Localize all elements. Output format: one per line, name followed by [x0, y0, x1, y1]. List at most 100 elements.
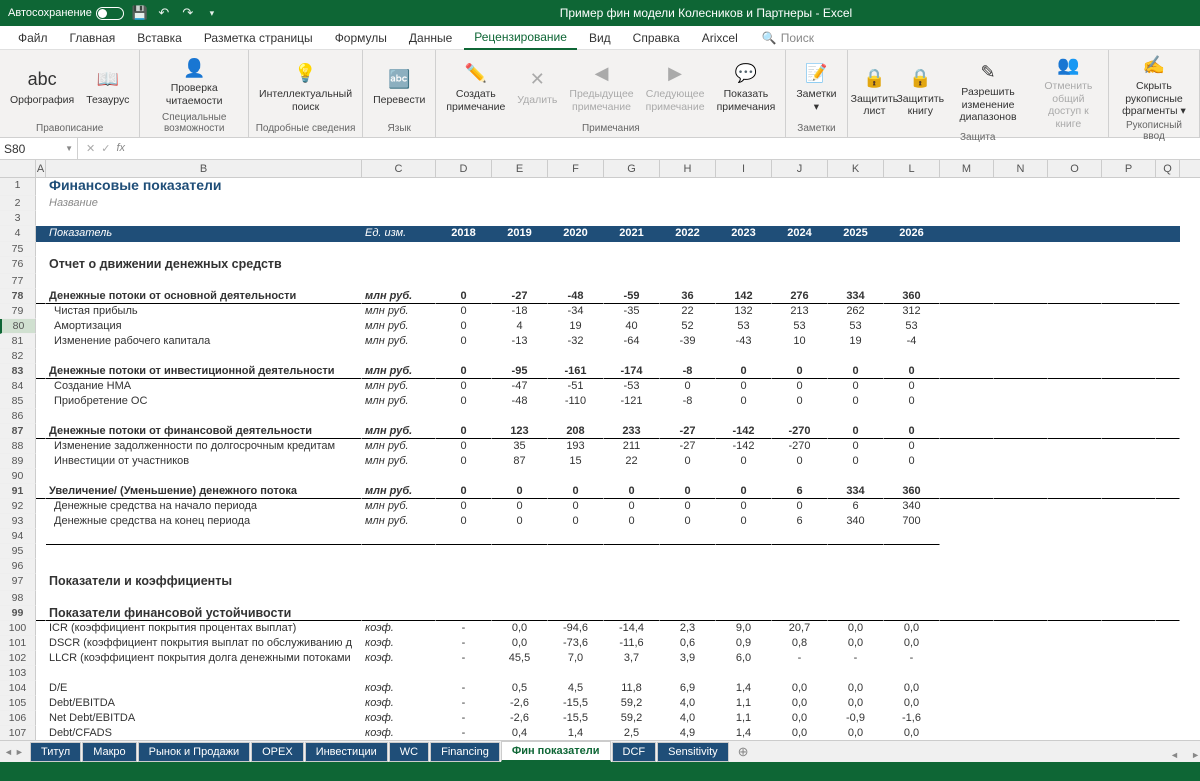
- cell[interactable]: 0: [548, 484, 604, 499]
- cell[interactable]: [828, 469, 884, 484]
- cell[interactable]: 0: [660, 514, 716, 529]
- cell[interactable]: 0: [884, 379, 940, 394]
- menu-файл[interactable]: Файл: [8, 27, 58, 49]
- cell[interactable]: [436, 196, 492, 211]
- cell[interactable]: [1048, 349, 1102, 364]
- cell[interactable]: 213: [772, 304, 828, 319]
- cell[interactable]: [492, 469, 548, 484]
- row-header[interactable]: 81: [0, 334, 36, 349]
- redo-icon[interactable]: ↷: [180, 5, 196, 21]
- cell[interactable]: 142: [716, 289, 772, 304]
- cell[interactable]: [994, 559, 1048, 574]
- cell[interactable]: [1102, 334, 1156, 349]
- cell[interactable]: [660, 544, 716, 559]
- cell[interactable]: [772, 274, 828, 289]
- sheet-tab[interactable]: Макро: [82, 742, 136, 762]
- cell[interactable]: 0: [604, 514, 660, 529]
- cell[interactable]: [716, 574, 772, 591]
- cell[interactable]: 2018: [436, 226, 492, 242]
- sheet-tab[interactable]: Инвестиции: [305, 742, 388, 762]
- cell[interactable]: [994, 591, 1048, 606]
- cell[interactable]: коэф.: [362, 681, 436, 696]
- cell[interactable]: [994, 636, 1048, 651]
- row-header[interactable]: 86: [0, 409, 36, 424]
- cell[interactable]: [36, 711, 46, 726]
- row-header[interactable]: 87: [0, 424, 36, 439]
- cell[interactable]: [716, 606, 772, 621]
- cell[interactable]: 340: [828, 514, 884, 529]
- cell[interactable]: [660, 591, 716, 606]
- cell[interactable]: 0: [548, 514, 604, 529]
- cell[interactable]: 0: [660, 454, 716, 469]
- cell[interactable]: [828, 559, 884, 574]
- cell[interactable]: [1102, 454, 1156, 469]
- cell[interactable]: 0: [716, 499, 772, 514]
- cell[interactable]: коэф.: [362, 621, 436, 636]
- cell[interactable]: [994, 304, 1048, 319]
- cell[interactable]: [548, 409, 604, 424]
- cell[interactable]: [1048, 289, 1102, 304]
- cell[interactable]: 1,4: [548, 726, 604, 740]
- cell[interactable]: -27: [660, 424, 716, 439]
- cell[interactable]: [1156, 424, 1180, 439]
- cell[interactable]: [1156, 711, 1180, 726]
- cell[interactable]: 6: [828, 499, 884, 514]
- cell[interactable]: [828, 606, 884, 621]
- cell[interactable]: [1156, 484, 1180, 499]
- cell[interactable]: [548, 469, 604, 484]
- cell[interactable]: [940, 484, 994, 499]
- row-header[interactable]: 105: [0, 696, 36, 711]
- cell[interactable]: [36, 289, 46, 304]
- cell[interactable]: Денежные средства на начало периода: [46, 499, 362, 514]
- cell[interactable]: млн руб.: [362, 439, 436, 454]
- cell[interactable]: [36, 242, 46, 257]
- cell[interactable]: [1156, 681, 1180, 696]
- cell[interactable]: -: [436, 651, 492, 666]
- fx-icon[interactable]: fx: [116, 142, 125, 155]
- cell[interactable]: [994, 499, 1048, 514]
- cell[interactable]: [660, 211, 716, 226]
- row-header[interactable]: 93: [0, 514, 36, 529]
- cell[interactable]: -: [436, 621, 492, 636]
- row-header[interactable]: 107: [0, 726, 36, 740]
- cell[interactable]: коэф.: [362, 711, 436, 726]
- cell[interactable]: [36, 274, 46, 289]
- cell[interactable]: [492, 559, 548, 574]
- cell[interactable]: [940, 559, 994, 574]
- ribbon-btn[interactable]: 🔒Защититьлист: [854, 65, 896, 120]
- cell[interactable]: [1156, 439, 1180, 454]
- cell[interactable]: 2,3: [660, 621, 716, 636]
- cell[interactable]: [1156, 394, 1180, 409]
- cell[interactable]: [548, 591, 604, 606]
- cell[interactable]: 0,0: [828, 696, 884, 711]
- cell[interactable]: [716, 469, 772, 484]
- cell[interactable]: [772, 242, 828, 257]
- cell[interactable]: [436, 211, 492, 226]
- sheet-tab[interactable]: DCF: [612, 742, 657, 762]
- cell[interactable]: [1156, 379, 1180, 394]
- cell[interactable]: 0: [884, 394, 940, 409]
- cell[interactable]: [1102, 364, 1156, 379]
- row-header[interactable]: 89: [0, 454, 36, 469]
- cell[interactable]: [36, 469, 46, 484]
- menu-вставка[interactable]: Вставка: [127, 27, 192, 49]
- cell[interactable]: -27: [492, 289, 548, 304]
- cell[interactable]: 0: [828, 439, 884, 454]
- cell[interactable]: [716, 544, 772, 559]
- cell[interactable]: [548, 242, 604, 257]
- cell[interactable]: [994, 424, 1048, 439]
- cell[interactable]: [36, 196, 46, 211]
- cell[interactable]: 0: [436, 319, 492, 334]
- cell[interactable]: [1048, 726, 1102, 740]
- cell[interactable]: [940, 257, 994, 274]
- cell[interactable]: [940, 242, 994, 257]
- cell[interactable]: Показатель: [46, 226, 362, 242]
- cell[interactable]: 0,0: [828, 726, 884, 740]
- cell[interactable]: [660, 666, 716, 681]
- cell[interactable]: 233: [604, 424, 660, 439]
- cell[interactable]: [436, 666, 492, 681]
- cell[interactable]: 262: [828, 304, 884, 319]
- cell[interactable]: Денежные потоки от основной деятельности: [46, 289, 362, 304]
- cell[interactable]: [548, 666, 604, 681]
- cell[interactable]: 0: [436, 424, 492, 439]
